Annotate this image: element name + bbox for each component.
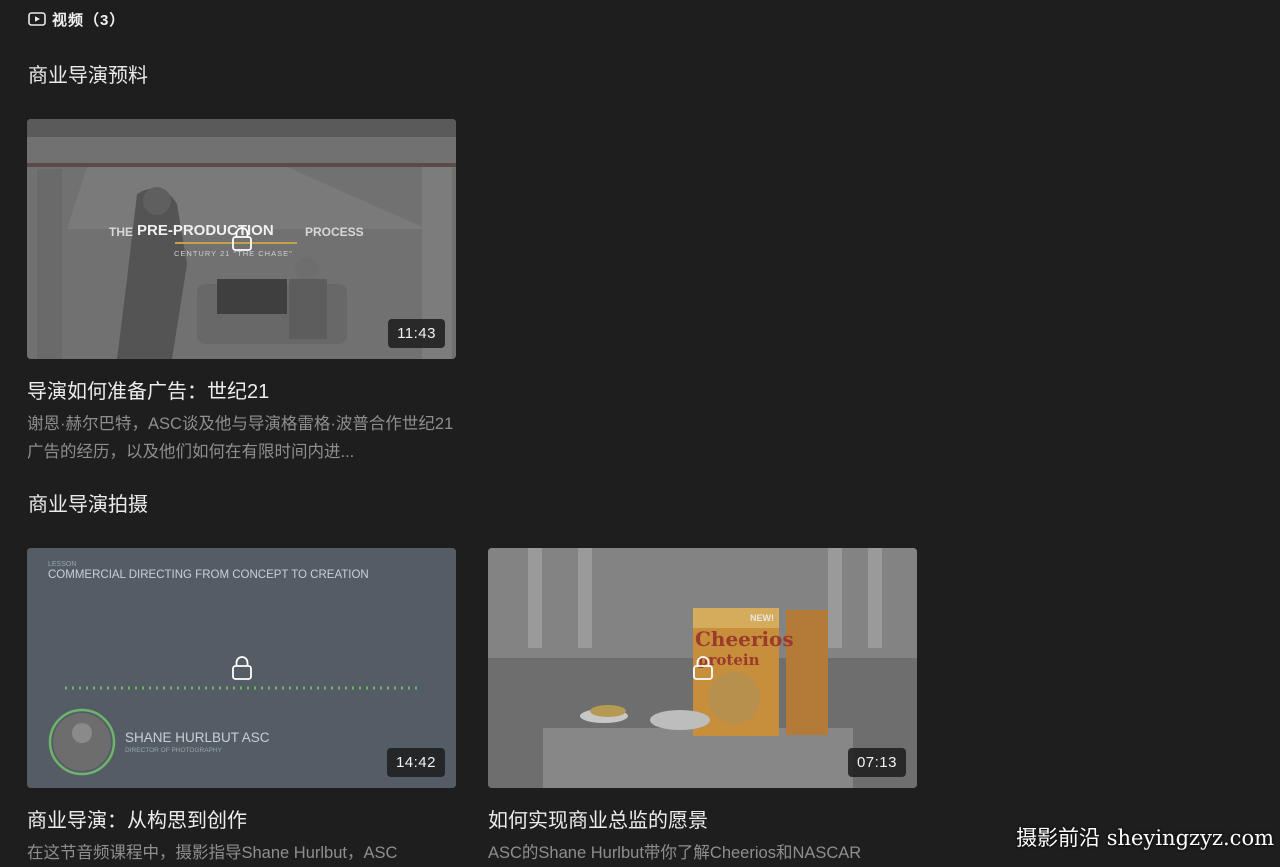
thumb-lesson-heading: COMMERCIAL DIRECTING FROM CONCEPT TO CRE… [48,569,369,581]
lock-icon [231,227,252,251]
thumb-brand: Cheerios [695,627,794,651]
video-title[interactable]: 商业导演：从构思到创作 [27,804,456,833]
video-description: 在这节音频课程中，摄影指导Shane Hurlbut，ASC [27,844,398,862]
section-title-commercial-preproduction: 商业导演预料 [28,65,148,87]
video-card[interactable]: THE PRE-PRODUCTION PROCESS CENTURY 21 "T… [27,119,456,466]
thumb-lesson-label: LESSON [48,561,76,568]
thumb-heading-c: PROCESS [305,225,364,239]
video-thumbnail[interactable]: THE PRE-PRODUCTION PROCESS CENTURY 21 "T… [27,119,456,359]
video-description: ASC的Shane Hurlbut带你了解Cheerios和NASCAR [488,844,862,862]
lock-icon [692,656,713,680]
section-title-commercial-shooting: 商业导演拍摄 [28,494,148,516]
thumb-instructor-name: SHANE HURLBUT ASC [125,730,270,745]
thumb-badge: NEW! [750,613,774,623]
video-thumbnail[interactable]: NEW! Cheerios protein 07:13 [488,548,917,788]
video-icon [28,12,46,26]
video-title[interactable]: 如何实现商业总监的愿景 [488,804,917,833]
video-duration: 14:42 [386,748,445,777]
video-thumbnail[interactable]: LESSON COMMERCIAL DIRECTING FROM CONCEPT… [27,548,456,788]
videos-header-title: 视频（3） [52,11,126,29]
video-duration: 11:43 [388,319,445,348]
site-watermark: 摄影前沿 sheyingzyz.com [1016,826,1274,850]
video-title[interactable]: 导演如何准备广告：世纪21 [27,375,456,404]
video-card[interactable]: LESSON COMMERCIAL DIRECTING FROM CONCEPT… [27,548,456,867]
video-card[interactable]: NEW! Cheerios protein 07:13 如何实现商业总监的愿景 … [488,548,917,867]
video-duration: 07:13 [847,748,906,777]
lock-icon [231,656,252,680]
thumb-instructor-role: DIRECTOR OF PHOTOGRAPHY [125,747,223,754]
videos-header: 视频（3） [28,8,125,30]
video-description: 谢恩·赫尔巴特，ASC谈及他与导演格雷格·波普合作世纪21广告的经历，以及他们如… [27,415,454,461]
thumb-heading-a: THE [109,225,133,239]
